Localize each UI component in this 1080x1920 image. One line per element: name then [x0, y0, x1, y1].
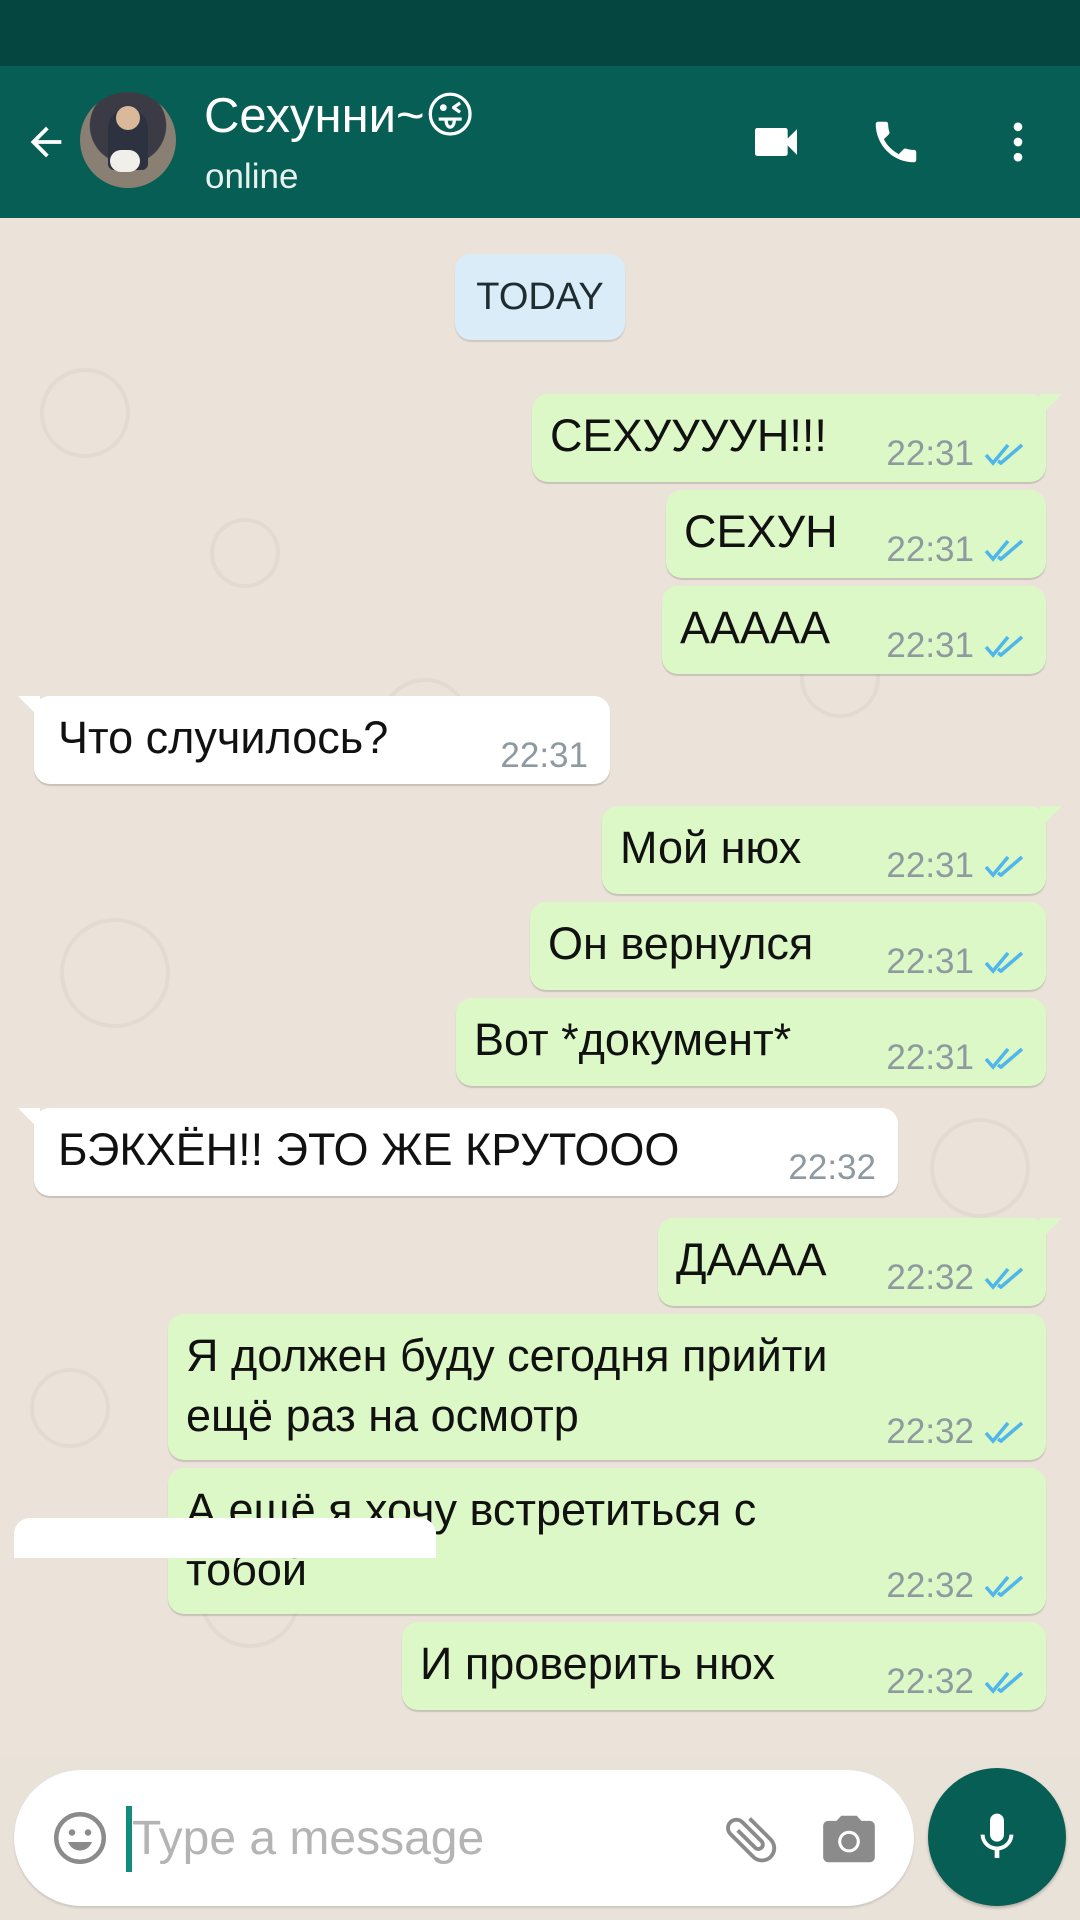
message-bubble[interactable]: ААААА 22:31 [662, 586, 1046, 674]
camera-icon [823, 1815, 875, 1863]
message-time: 22:31 [886, 1038, 974, 1077]
message-input[interactable] [132, 1800, 572, 1876]
message-bubble[interactable]: Я должен буду сегодня прийти ещё раз на … [168, 1314, 1046, 1460]
message-composer [14, 1770, 914, 1906]
paperclip-icon [726, 1817, 777, 1863]
message-text: ААААА [680, 602, 831, 653]
message-text: Вот *документ* [474, 1014, 792, 1065]
date-divider: TODAY [455, 254, 625, 340]
message-bubble[interactable]: СЕХУУУУН!!! 22:31 [532, 394, 1062, 482]
message-bubble[interactable]: И проверить нюх 22:32 [402, 1622, 1046, 1710]
status-bar [0, 0, 1080, 66]
message-time: 22:31 [886, 530, 974, 569]
double-check-icon [984, 855, 1024, 878]
message-time: 22:32 [886, 1258, 974, 1297]
message-text: СЕХУН [684, 506, 838, 557]
camera-button[interactable] [816, 1806, 882, 1872]
message-time: 22:32 [788, 1148, 876, 1187]
video-call-button[interactable] [746, 112, 806, 172]
double-check-icon [984, 539, 1024, 562]
more-vert-icon [1013, 122, 1023, 162]
message-text: Мой нюх [620, 822, 802, 873]
double-check-icon [984, 635, 1024, 658]
message-time: 22:31 [886, 434, 974, 473]
message-time: 22:31 [886, 846, 974, 885]
emoji-button[interactable] [48, 1806, 112, 1870]
arrow-left-icon [30, 126, 62, 158]
message-text: БЭКХЁН!! ЭТО ЖЕ КРУТООО [58, 1124, 680, 1175]
message-time: 22:31 [886, 626, 974, 665]
message-bubble[interactable]: ДАААА 22:32 [658, 1218, 1062, 1306]
back-button[interactable] [18, 114, 74, 170]
partial-message-bubble [14, 1518, 436, 1558]
message-bubble[interactable]: Мой нюх 22:31 [602, 806, 1062, 894]
message-time: 22:31 [886, 942, 974, 981]
double-check-icon [984, 1671, 1024, 1694]
contact-status: online [205, 157, 299, 196]
attach-button[interactable] [718, 1806, 784, 1872]
message-text: Я должен буду сегодня прийти ещё раз на … [186, 1330, 828, 1441]
message-bubble[interactable]: БЭКХЁН!! ЭТО ЖЕ КРУТООО 22:32 [18, 1108, 898, 1196]
message-text: СЕХУУУУН!!! [550, 410, 827, 461]
message-bubble[interactable]: Вот *документ* 22:31 [456, 998, 1046, 1086]
message-bubble[interactable]: Он вернулся 22:31 [530, 902, 1046, 990]
emoji-icon [54, 1812, 106, 1864]
avatar[interactable] [80, 92, 176, 188]
message-time: 22:32 [886, 1412, 974, 1451]
phone-icon [875, 121, 917, 163]
menu-button[interactable] [988, 112, 1048, 172]
message-time: 22:32 [886, 1662, 974, 1701]
message-bubble[interactable]: Что случилось? 22:31 [18, 696, 610, 784]
message-text: И проверить нюх [420, 1638, 776, 1689]
message-time: 22:32 [886, 1566, 974, 1605]
double-check-icon [984, 1047, 1024, 1070]
message-time: 22:31 [500, 736, 588, 775]
mic-icon [980, 1813, 1014, 1858]
double-check-icon [984, 443, 1024, 466]
double-check-icon [984, 1421, 1024, 1444]
message-text: Он вернулся [548, 918, 814, 969]
contact-name[interactable]: Сехунни~😜 [204, 86, 476, 146]
double-check-icon [984, 1575, 1024, 1598]
voice-call-button[interactable] [866, 112, 926, 172]
chat-header: Сехунни~😜 online [0, 66, 1080, 218]
voice-record-button[interactable] [928, 1768, 1066, 1906]
video-call-icon [755, 128, 797, 156]
double-check-icon [984, 1267, 1024, 1290]
message-text: Что случилось? [58, 712, 389, 763]
message-bubble[interactable]: СЕХУН 22:31 [666, 490, 1046, 578]
message-text: ДАААА [676, 1234, 827, 1285]
double-check-icon [984, 951, 1024, 974]
